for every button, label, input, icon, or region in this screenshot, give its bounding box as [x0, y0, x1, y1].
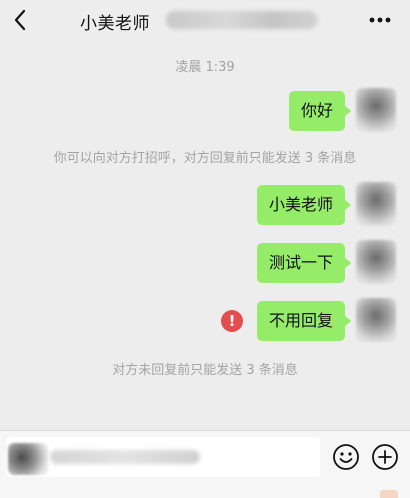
more-dots-icon [369, 17, 391, 23]
chevron-left-icon [14, 9, 26, 31]
input-image-redacted [8, 443, 48, 475]
emoji-button[interactable] [329, 440, 363, 474]
plus-circle-icon [372, 444, 398, 470]
avatar[interactable] [356, 88, 396, 132]
send-failed-icon[interactable]: ! [221, 310, 243, 332]
input-text-redacted [50, 450, 200, 464]
add-button[interactable] [368, 440, 402, 474]
contact-name-redacted [166, 11, 318, 29]
message-bubble[interactable]: 小美老师 [256, 185, 352, 225]
timestamp: 凌晨 1:39 [175, 60, 235, 75]
system-notice: 对方未回复前只能发送 3 条消息 [112, 363, 298, 378]
message-bubble[interactable]: 测试一下 [256, 243, 352, 283]
composer-bar [0, 430, 410, 498]
avatar[interactable] [356, 298, 396, 342]
avatar[interactable] [356, 182, 396, 226]
chat-header: 小美老师 [0, 0, 410, 40]
message-row: 测试一下 [0, 240, 410, 286]
message-row: 你好 [0, 88, 410, 134]
more-button[interactable] [366, 8, 394, 32]
message-row: ! 不用回复 [0, 298, 410, 344]
message-input[interactable] [6, 437, 320, 477]
message-bubble[interactable]: 不用回复 [256, 301, 352, 341]
contact-name: 小美老师 [80, 14, 150, 34]
message-list[interactable]: 凌晨 1:39 你好 你可以向对方打招呼，对方回复前只能发送 3 条消息 小美老… [0, 40, 410, 430]
message-bubble[interactable]: 你好 [288, 91, 352, 131]
back-button[interactable] [6, 6, 34, 34]
emoji-icon [333, 444, 359, 470]
system-notice: 你可以向对方打招呼，对方回复前只能发送 3 条消息 [53, 151, 357, 166]
avatar[interactable] [356, 240, 396, 284]
message-row: 小美老师 [0, 182, 410, 228]
